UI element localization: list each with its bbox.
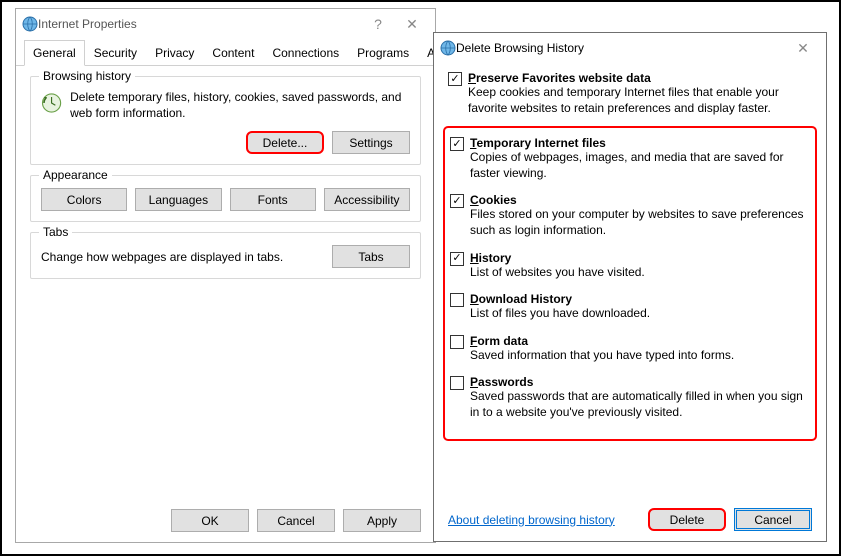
browsing-history-desc: Delete temporary files, history, cookies…	[70, 89, 410, 121]
close-button[interactable]: ✕	[786, 37, 820, 59]
tabs-desc: Change how webpages are displayed in tab…	[41, 250, 302, 264]
tabstrip: General Security Privacy Content Connect…	[16, 39, 435, 66]
ie-globe-icon	[22, 16, 38, 32]
colors-button[interactable]: Colors	[41, 188, 127, 211]
cancel-button[interactable]: Cancel	[257, 509, 335, 532]
tab-security[interactable]: Security	[85, 40, 146, 66]
help-button[interactable]: ?	[361, 13, 395, 35]
preserve-favorites-option[interactable]: Preserve Favorites website data Keep coo…	[434, 69, 826, 124]
option-desc: Saved information that you have typed in…	[470, 348, 810, 364]
history-clock-icon	[41, 89, 62, 117]
group-legend: Tabs	[39, 225, 72, 239]
option-desc: List of websites you have visited.	[470, 265, 810, 281]
checkbox-icon[interactable]	[450, 335, 464, 349]
option-desc: List of files you have downloaded.	[470, 306, 810, 322]
option-title: Passwords	[470, 375, 810, 389]
about-link[interactable]: About deleting browsing history	[448, 513, 640, 527]
delete-option-5[interactable]: PasswordsSaved passwords that are automa…	[445, 373, 815, 430]
cancel-button[interactable]: Cancel	[734, 508, 812, 531]
languages-button[interactable]: Languages	[135, 188, 221, 211]
option-title: Preserve Favorites website data	[468, 71, 812, 85]
settings-button[interactable]: Settings	[332, 131, 410, 154]
ok-button[interactable]: OK	[171, 509, 249, 532]
checkbox-icon[interactable]	[450, 194, 464, 208]
ie-globe-icon	[440, 40, 456, 56]
delete-option-0[interactable]: Temporary Internet filesCopies of webpag…	[445, 134, 815, 191]
tab-general[interactable]: General	[24, 40, 85, 66]
appearance-group: Appearance Colors Languages Fonts Access…	[30, 175, 421, 222]
titlebar[interactable]: Internet Properties ? ✕	[16, 9, 435, 39]
tab-privacy[interactable]: Privacy	[146, 40, 203, 66]
checkbox-icon[interactable]	[450, 293, 464, 307]
option-desc: Copies of webpages, images, and media th…	[470, 150, 810, 181]
group-legend: Browsing history	[39, 69, 135, 83]
delete-button[interactable]: Delete	[648, 508, 726, 531]
option-desc: Saved passwords that are automatically f…	[470, 389, 810, 420]
checkbox-icon[interactable]	[448, 72, 462, 86]
option-title: Form data	[470, 334, 810, 348]
option-title: Temporary Internet files	[470, 136, 810, 150]
dialog-footer: OK Cancel Apply	[16, 499, 435, 542]
checkbox-icon[interactable]	[450, 252, 464, 266]
delete-button[interactable]: Delete...	[246, 131, 324, 154]
delete-option-2[interactable]: HistoryList of websites you have visited…	[445, 249, 815, 291]
option-title: History	[470, 251, 810, 265]
delete-option-3[interactable]: Download HistoryList of files you have d…	[445, 290, 815, 332]
option-title: Download History	[470, 292, 810, 306]
checkbox-icon[interactable]	[450, 137, 464, 151]
tab-connections[interactable]: Connections	[263, 40, 348, 66]
window-title: Internet Properties	[38, 17, 361, 31]
internet-properties-window: Internet Properties ? ✕ General Security…	[15, 8, 436, 543]
tabs-group: Tabs Change how webpages are displayed i…	[30, 232, 421, 279]
delete-option-4[interactable]: Form dataSaved information that you have…	[445, 332, 815, 374]
close-button[interactable]: ✕	[395, 13, 429, 35]
tabs-button[interactable]: Tabs	[332, 245, 410, 268]
window-title: Delete Browsing History	[456, 41, 786, 55]
dialog-footer: About deleting browsing history Delete C…	[434, 498, 826, 541]
browsing-history-group: Browsing history Delete temporary files,…	[30, 76, 421, 165]
checkbox-icon[interactable]	[450, 376, 464, 390]
accessibility-button[interactable]: Accessibility	[324, 188, 410, 211]
tab-content[interactable]: Content	[203, 40, 263, 66]
option-desc: Files stored on your computer by website…	[470, 207, 810, 238]
option-desc: Keep cookies and temporary Internet file…	[468, 85, 812, 116]
tab-programs[interactable]: Programs	[348, 40, 418, 66]
delete-option-1[interactable]: CookiesFiles stored on your computer by …	[445, 191, 815, 248]
apply-button[interactable]: Apply	[343, 509, 421, 532]
titlebar[interactable]: Delete Browsing History ✕	[434, 33, 826, 63]
option-title: Cookies	[470, 193, 810, 207]
delete-browsing-history-window: Delete Browsing History ✕ Preserve Favor…	[433, 32, 827, 542]
checklist-highlight-box: Temporary Internet filesCopies of webpag…	[443, 126, 817, 440]
fonts-button[interactable]: Fonts	[230, 188, 316, 211]
group-legend: Appearance	[39, 168, 112, 182]
